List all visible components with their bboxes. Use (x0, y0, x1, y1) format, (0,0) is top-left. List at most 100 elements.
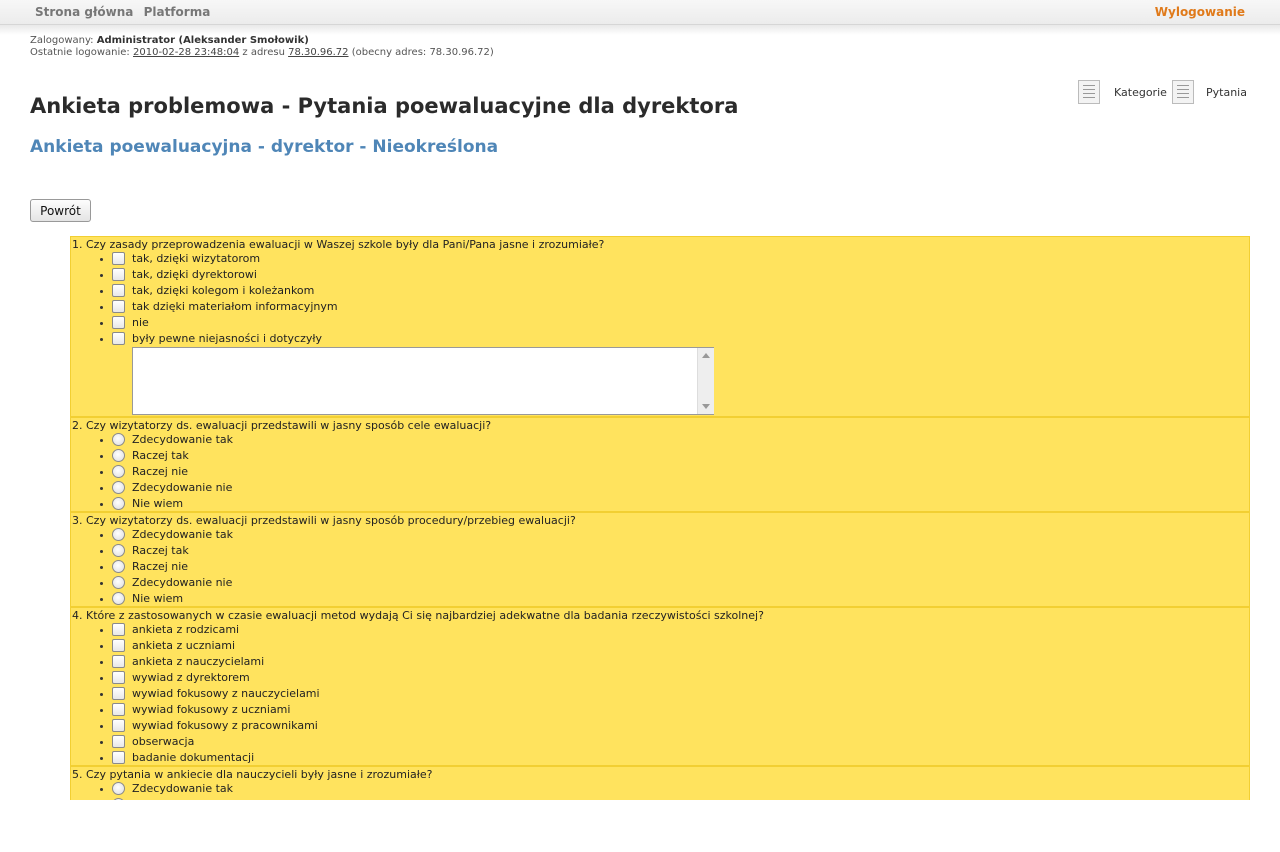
answer-label: Raczej tak (132, 449, 189, 462)
logged-user: Administrator (Aleksander Smołowik) (96, 35, 309, 46)
login-info: Zalogowany: Administrator (Aleksander Sm… (30, 35, 494, 59)
answer-radio[interactable] (112, 782, 125, 795)
answer-checkbox[interactable] (112, 751, 125, 764)
answer-option: Nie wiem (71, 591, 771, 607)
answer-label: Zdecydowanie tak (132, 782, 234, 795)
question-block: 2. Czy wizytatorzy ds. ewaluacji przedst… (70, 417, 1250, 512)
list-bullet (100, 322, 103, 325)
answer-radio[interactable] (112, 497, 125, 510)
question-text: 2. Czy wizytatorzy ds. ewaluacji przedst… (72, 419, 492, 432)
questions-label: Pytania (1206, 85, 1247, 99)
answer-label: Raczej tak (132, 544, 189, 557)
answer-radio[interactable] (112, 465, 125, 478)
answer-checkbox[interactable] (112, 300, 125, 313)
list-bullet (100, 274, 103, 277)
from-address-label: z adresu (242, 47, 285, 58)
answer-label: Raczej nie (132, 465, 189, 478)
back-button[interactable]: Powrót (30, 199, 91, 222)
answer-checkbox[interactable] (112, 735, 125, 748)
answer-radio[interactable] (112, 433, 125, 446)
list-bullet (100, 757, 103, 760)
answer-label: tak, dzięki kolegom i koleżankom (132, 284, 315, 297)
answer-radio[interactable] (112, 528, 125, 541)
answer-option: Zdecydowanie tak (71, 781, 771, 797)
answer-checkbox[interactable] (112, 284, 125, 297)
question-block: 4. Które z zastosowanych w czasie ewalua… (70, 607, 1250, 766)
answer-radio[interactable] (112, 560, 125, 573)
answer-checkbox[interactable] (112, 332, 125, 345)
answer-option: ankieta z nauczycielami (71, 654, 771, 670)
answer-radio[interactable] (112, 576, 125, 589)
list-bullet (100, 550, 103, 553)
list-bullet (100, 455, 103, 458)
list-bullet (100, 258, 103, 261)
answer-label: Zdecydowanie nie (132, 481, 233, 494)
list-bullet (100, 582, 103, 585)
answer-option: Nie wiem (71, 496, 771, 512)
answer-radio[interactable] (112, 592, 125, 605)
answer-label: Zdecydowanie nie (132, 576, 233, 589)
scroll-up-arrow-icon[interactable] (702, 353, 710, 358)
answer-checkbox[interactable] (112, 639, 125, 652)
question-text: 4. Które z zastosowanych w czasie ewalua… (72, 609, 764, 622)
list-bullet (100, 661, 103, 664)
list-bullet (100, 338, 103, 341)
answer-label: Raczej tak (132, 798, 189, 800)
last-login-date-link[interactable]: 2010-02-28 23:48:04 (133, 47, 239, 58)
answer-checkbox[interactable] (112, 316, 125, 329)
list-bullet (100, 645, 103, 648)
answer-option: badanie dokumentacji (71, 750, 771, 766)
answer-option: obserwacja (71, 734, 771, 750)
categories-link[interactable]: Kategorie (1078, 80, 1167, 104)
from-address-link[interactable]: 78.30.96.72 (288, 47, 348, 58)
answer-checkbox[interactable] (112, 623, 125, 636)
answer-radio[interactable] (112, 544, 125, 557)
answer-option: Zdecydowanie tak (71, 432, 771, 448)
answer-label: ankieta z nauczycielami (132, 655, 265, 668)
scroll-down-arrow-icon[interactable] (702, 404, 710, 409)
list-bullet (100, 534, 103, 537)
answer-checkbox[interactable] (112, 655, 125, 668)
list-bullet (100, 306, 103, 309)
answer-radio[interactable] (112, 481, 125, 494)
list-bullet (100, 471, 103, 474)
answer-label: wywiad fokusowy z uczniami (132, 703, 291, 716)
answer-label: wywiad fokusowy z pracownikami (132, 719, 318, 732)
list-bullet (100, 290, 103, 293)
questions-link[interactable]: Pytania (1172, 80, 1247, 104)
answer-option: ankieta z uczniami (71, 638, 771, 654)
answer-option: Raczej tak (71, 448, 771, 464)
answer-option: tak, dzięki wizytatorom (71, 251, 771, 267)
answer-details-textarea[interactable] (132, 347, 714, 415)
answer-checkbox[interactable] (112, 703, 125, 716)
answer-checkbox[interactable] (112, 687, 125, 700)
list-bullet (100, 709, 103, 712)
logout-link[interactable]: Wylogowanie (1155, 5, 1245, 19)
nav-platform-link[interactable]: Platforma (144, 5, 211, 19)
list-bullet (100, 693, 103, 696)
question-text: 3. Czy wizytatorzy ds. ewaluacji przedst… (72, 514, 576, 527)
answer-label: Nie wiem (132, 497, 184, 510)
list-bullet (100, 788, 103, 791)
topbar-shadow (0, 25, 1280, 35)
answer-radio[interactable] (112, 798, 125, 800)
list-bullet (100, 439, 103, 442)
answer-checkbox[interactable] (112, 719, 125, 732)
answer-label: badanie dokumentacji (132, 751, 255, 764)
answer-label: Nie wiem (132, 592, 184, 605)
answer-label: Zdecydowanie tak (132, 433, 234, 446)
answer-checkbox[interactable] (112, 671, 125, 684)
answer-option: ankieta z rodzicami (71, 622, 771, 638)
answer-radio[interactable] (112, 449, 125, 462)
answer-checkbox[interactable] (112, 252, 125, 265)
list-bullet (100, 566, 103, 569)
answer-checkbox[interactable] (112, 268, 125, 281)
logged-label: Zalogowany: (30, 35, 94, 46)
current-address: (obecny adres: 78.30.96.72) (351, 47, 494, 58)
list-bullet (100, 677, 103, 680)
answer-option: tak, dzięki kolegom i koleżankom (71, 283, 771, 299)
answer-label: Zdecydowanie tak (132, 528, 234, 541)
list-bullet (100, 741, 103, 744)
textarea-scrollbar[interactable] (697, 348, 714, 414)
nav-home-link[interactable]: Strona główna (35, 5, 133, 19)
